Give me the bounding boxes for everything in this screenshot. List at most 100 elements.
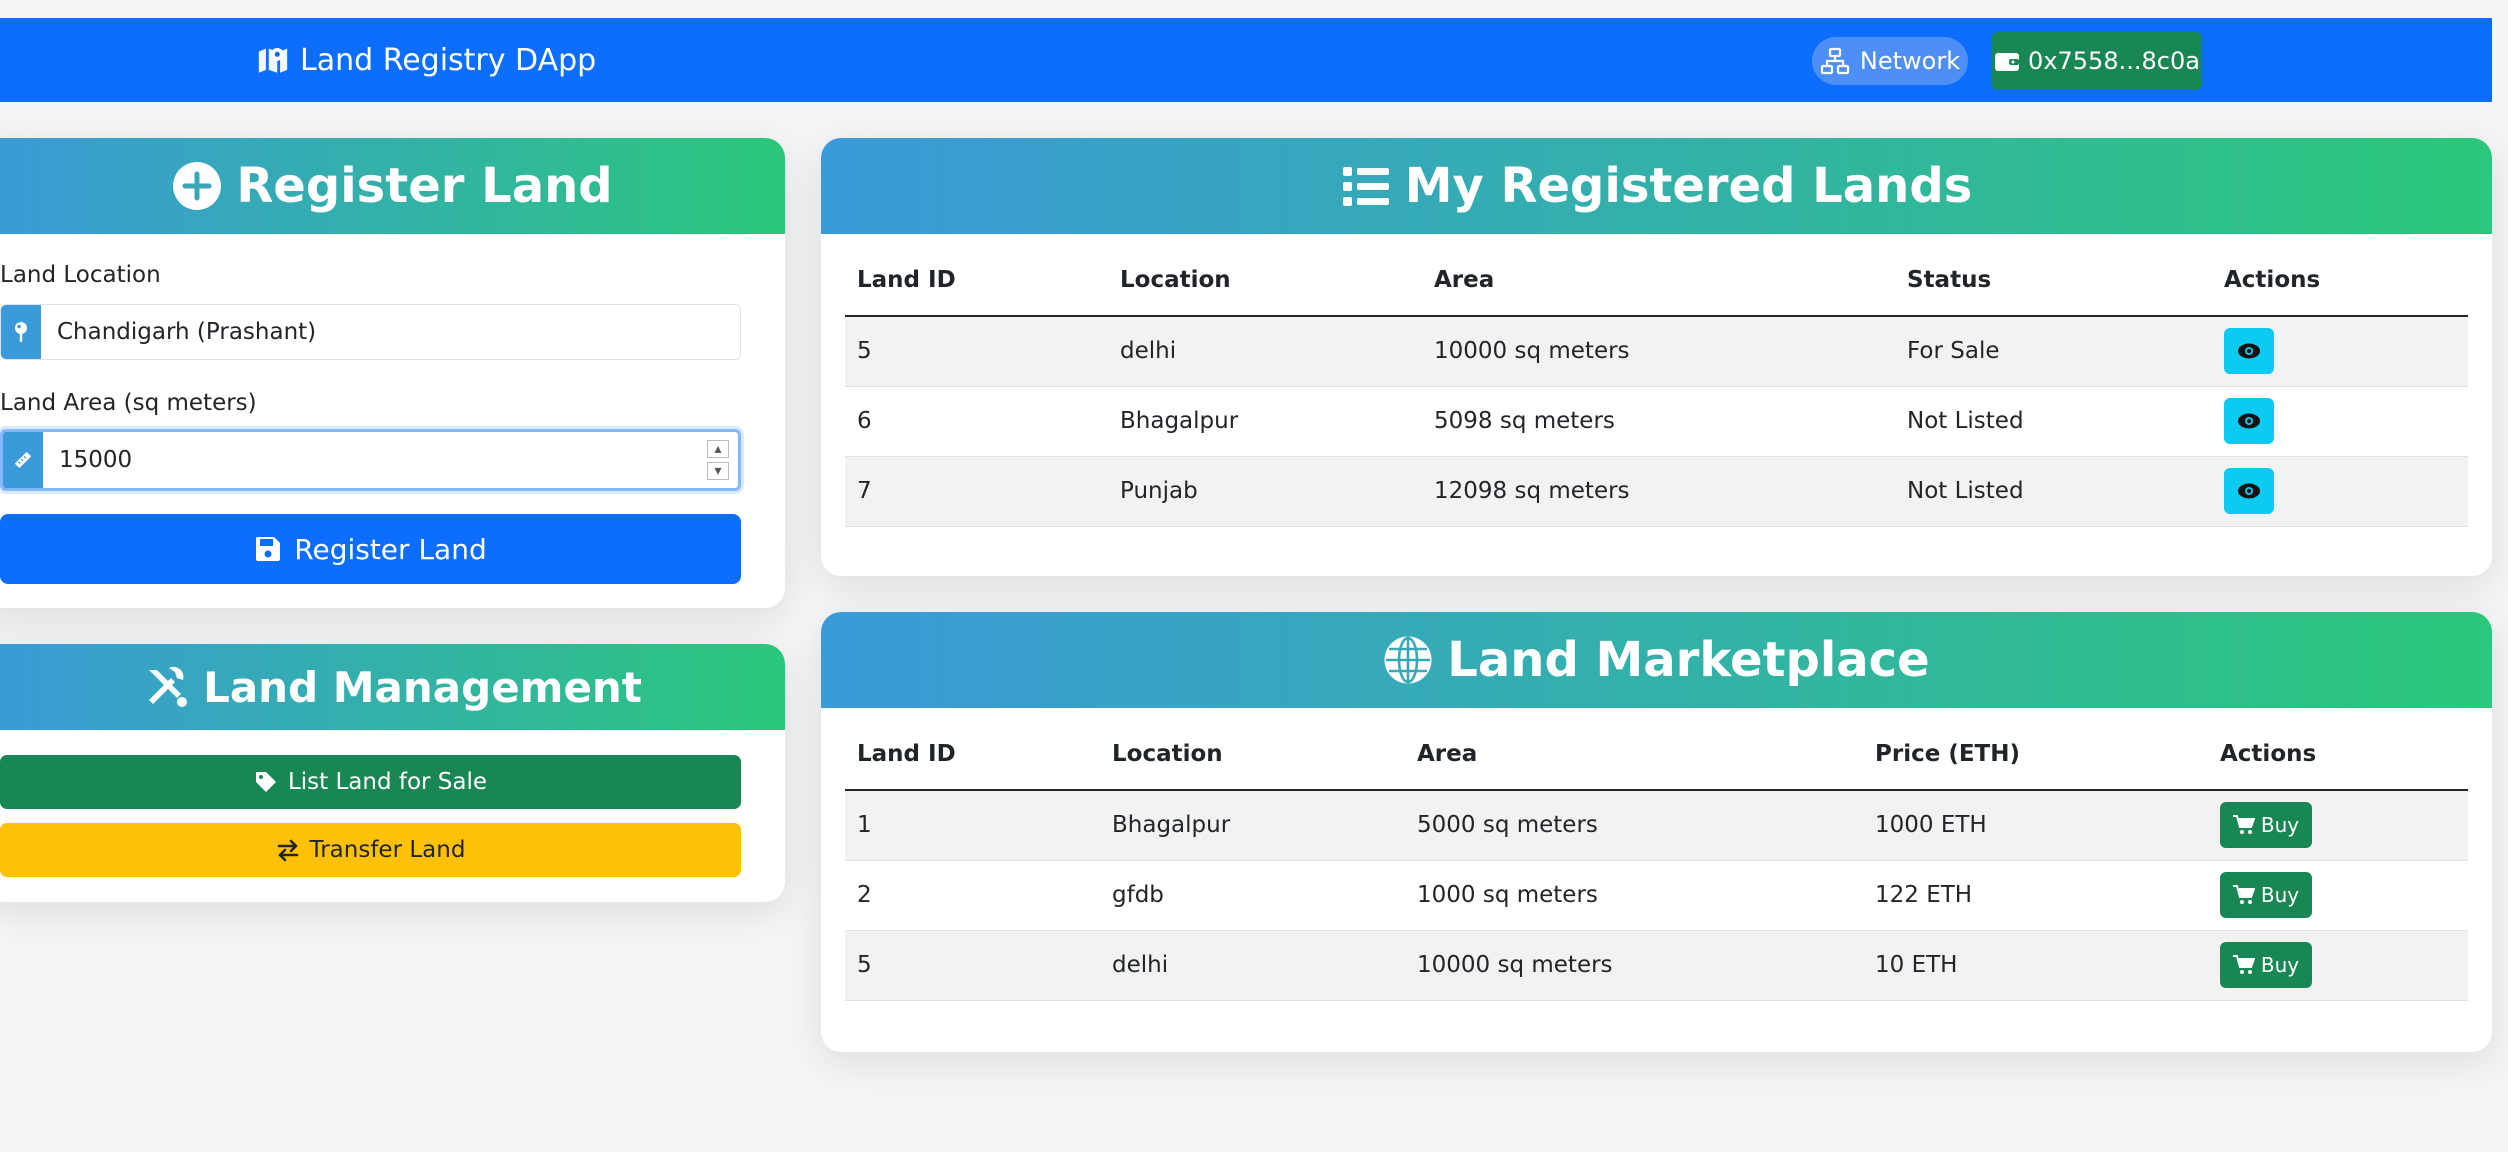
status-cell: For Sale [1895, 316, 2212, 387]
marketplace-table: Land ID Location Area Price (ETH) Action… [845, 718, 2468, 1001]
actions-cell: Buy [2208, 860, 2468, 931]
eye-icon [2238, 413, 2260, 429]
my-registered-lands-card: My Registered Lands Land ID Location Are… [821, 138, 2492, 576]
location-cell: delhi [1100, 930, 1405, 1001]
cart-icon [2232, 955, 2255, 974]
actions-cell [2212, 316, 2468, 387]
buy-button-label: Buy [2260, 883, 2300, 907]
buy-button[interactable]: Buy [2220, 802, 2312, 849]
land-id-cell: 5 [845, 930, 1100, 1001]
cart-icon [2232, 885, 2255, 904]
area-cell: 10000 sq meters [1422, 316, 1895, 387]
status-cell: Not Listed [1895, 456, 2212, 527]
table-row: 5 delhi 10000 sq meters 10 ETH Buy [845, 930, 2468, 1001]
brand-title: Land Registry DApp [300, 42, 597, 78]
location-cell: gfdb [1100, 860, 1405, 931]
buy-button[interactable]: Buy [2220, 942, 2312, 988]
land-id-cell: 5 [845, 316, 1108, 387]
land-id-cell: 6 [845, 386, 1108, 457]
table-row: 5 delhi 10000 sq meters For Sale [845, 316, 2468, 387]
register-land-button-label: Register Land [294, 532, 487, 566]
network-icon [1820, 47, 1849, 75]
wallet-icon [1995, 53, 2020, 71]
location-cell: delhi [1108, 316, 1422, 387]
area-stepper[interactable]: ▴ ▾ [698, 432, 738, 488]
network-label: Network [1859, 47, 1961, 75]
area-cell: 5098 sq meters [1422, 386, 1895, 457]
column-header: Location [1108, 244, 1422, 317]
column-header: Land ID [845, 718, 1100, 791]
land-area-input[interactable] [43, 432, 698, 488]
ruler-icon [3, 432, 43, 488]
land-management-header: Land Management [0, 644, 785, 730]
area-cell: 5000 sq meters [1405, 790, 1863, 861]
buy-button-label: Buy [2260, 813, 2300, 838]
location-cell: Bhagalpur [1108, 386, 1422, 457]
land-marketplace-card: Land Marketplace Land ID Location Area P… [821, 612, 2492, 1052]
view-land-button[interactable] [2224, 328, 2274, 375]
cart-icon [2232, 815, 2255, 835]
list-land-for-sale-label: List Land for Sale [287, 769, 488, 795]
plus-circle-icon [173, 162, 222, 210]
list-icon [1342, 167, 1389, 206]
my-lands-table: Land ID Location Area Status Actions 5 d… [845, 244, 2468, 527]
actions-cell [2212, 456, 2468, 527]
tag-icon [255, 772, 276, 792]
column-header: Actions [2212, 244, 2468, 317]
actions-cell: Buy [2208, 930, 2468, 1001]
actions-cell [2212, 386, 2468, 457]
area-cell: 12098 sq meters [1422, 456, 1895, 527]
table-header-row: Land ID Location Area Price (ETH) Action… [845, 718, 2468, 791]
land-marketplace-header: Land Marketplace [821, 612, 2492, 708]
wallet-address: 0x7558...8c0a [2028, 47, 2200, 75]
transfer-land-button[interactable]: Transfer Land [0, 823, 741, 877]
column-header: Area [1405, 718, 1863, 791]
land-location-input[interactable] [41, 305, 740, 359]
land-location-label: Land Location [0, 262, 161, 288]
land-id-cell: 1 [845, 790, 1100, 861]
register-land-button[interactable]: Register Land [0, 514, 741, 584]
column-header: Location [1100, 718, 1405, 791]
table-row: 6 Bhagalpur 5098 sq meters Not Listed [845, 386, 2468, 457]
exchange-icon [277, 839, 298, 862]
globe-icon [1384, 636, 1432, 684]
map-location-icon [258, 47, 288, 73]
stepper-down-icon[interactable]: ▾ [707, 462, 729, 480]
column-header: Land ID [845, 244, 1108, 317]
land-area-group: ▴ ▾ [0, 429, 741, 491]
brand[interactable]: Land Registry DApp [256, 18, 596, 102]
price-cell: 122 ETH [1863, 860, 2208, 931]
table-row: 2 gfdb 1000 sq meters 122 ETH Buy [845, 860, 2468, 931]
list-land-for-sale-button[interactable]: List Land for Sale [0, 755, 741, 809]
register-land-card: Register Land Land Location Land Area (s… [0, 138, 785, 608]
location-cell: Bhagalpur [1100, 790, 1405, 861]
my-registered-lands-header: My Registered Lands [821, 138, 2492, 234]
view-land-button[interactable] [2224, 398, 2274, 444]
network-button[interactable]: Network [1812, 37, 1968, 85]
location-cell: Punjab [1108, 456, 1422, 527]
eye-icon [2238, 483, 2260, 499]
land-id-cell: 2 [845, 860, 1100, 931]
area-cell: 10000 sq meters [1405, 930, 1863, 1001]
map-pin-icon [1, 305, 41, 359]
buy-button-label: Buy [2260, 953, 2300, 977]
table-header-row: Land ID Location Area Status Actions [845, 244, 2468, 317]
navbar: Land Registry DApp Network 0x7558...8c0a [0, 18, 2492, 102]
register-land-header: Register Land [0, 138, 785, 234]
column-header: Status [1895, 244, 2212, 317]
land-marketplace-title: Land Marketplace [1447, 632, 1930, 688]
view-land-button[interactable] [2224, 468, 2274, 514]
stepper-up-icon[interactable]: ▴ [707, 440, 729, 458]
table-row: 1 Bhagalpur 5000 sq meters 1000 ETH Buy [845, 790, 2468, 861]
price-cell: 1000 ETH [1863, 790, 2208, 861]
save-icon [256, 537, 281, 561]
land-id-cell: 7 [845, 456, 1108, 527]
wallet-button[interactable]: 0x7558...8c0a [1992, 32, 2202, 90]
transfer-land-label: Transfer Land [309, 837, 466, 863]
buy-button[interactable]: Buy [2220, 872, 2312, 918]
actions-cell: Buy [2208, 790, 2468, 861]
column-header: Actions [2208, 718, 2468, 791]
price-cell: 10 ETH [1863, 930, 2208, 1001]
land-location-group [0, 304, 741, 360]
land-area-label: Land Area (sq meters) [0, 390, 257, 416]
